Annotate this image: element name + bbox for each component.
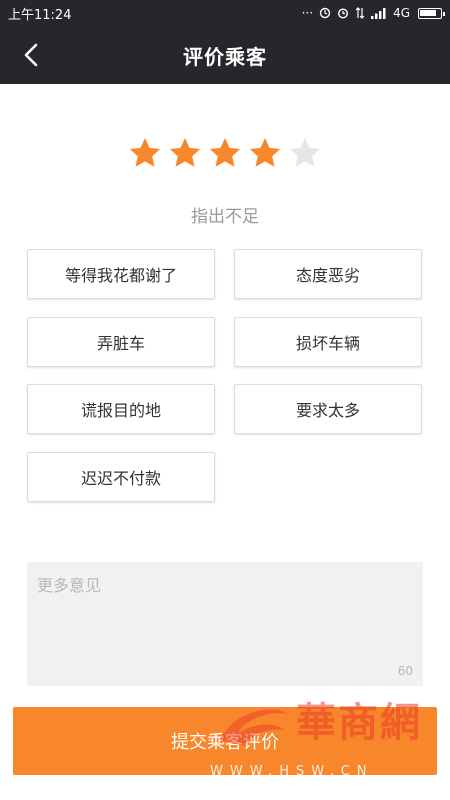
star-filled-icon[interactable] <box>168 136 202 170</box>
tag-button[interactable]: 损坏车辆 <box>234 317 422 367</box>
nav-bar: 评价乘客 <box>0 26 450 84</box>
alarm-icon <box>338 8 349 19</box>
star-filled-icon[interactable] <box>128 136 162 170</box>
signal-icon <box>371 8 386 19</box>
comment-placeholder: 更多意见 <box>37 576 102 595</box>
shortcomings-label: 指出不足 <box>191 207 259 227</box>
star-filled-icon[interactable] <box>248 136 282 170</box>
sync-icon <box>319 7 331 19</box>
char-limit-counter: 60 <box>397 664 413 678</box>
status-time: 上午11:24 <box>8 7 72 23</box>
tag-button[interactable]: 弄脏车 <box>27 317 215 367</box>
back-button[interactable] <box>14 38 48 72</box>
more-dots-icon: ··· <box>301 6 314 20</box>
tag-button[interactable]: 要求太多 <box>234 384 422 434</box>
status-icons: ··· 4G <box>301 6 445 20</box>
star-rating[interactable] <box>0 136 450 170</box>
network-type: 4G <box>393 6 410 20</box>
submit-button-label: 提交乘客评价 <box>171 732 279 753</box>
chevron-left-icon <box>24 43 38 67</box>
comment-textarea[interactable]: 更多意见 60 <box>27 562 423 686</box>
tag-button[interactable]: 谎报目的地 <box>27 384 215 434</box>
status-bar: 上午11:24 ··· 4G <box>0 0 450 26</box>
tag-button[interactable]: 迟迟不付款 <box>27 452 215 502</box>
data-transfer-icon <box>355 7 365 19</box>
submit-rating-button[interactable]: 提交乘客评价 <box>13 707 437 775</box>
star-empty-icon[interactable] <box>288 136 322 170</box>
tag-button[interactable]: 态度恶劣 <box>234 249 422 299</box>
star-filled-icon[interactable] <box>208 136 242 170</box>
battery-icon <box>418 7 445 19</box>
tag-button[interactable]: 等得我花都谢了 <box>27 249 215 299</box>
page-title: 评价乘客 <box>183 44 267 69</box>
battery-level <box>420 9 437 16</box>
